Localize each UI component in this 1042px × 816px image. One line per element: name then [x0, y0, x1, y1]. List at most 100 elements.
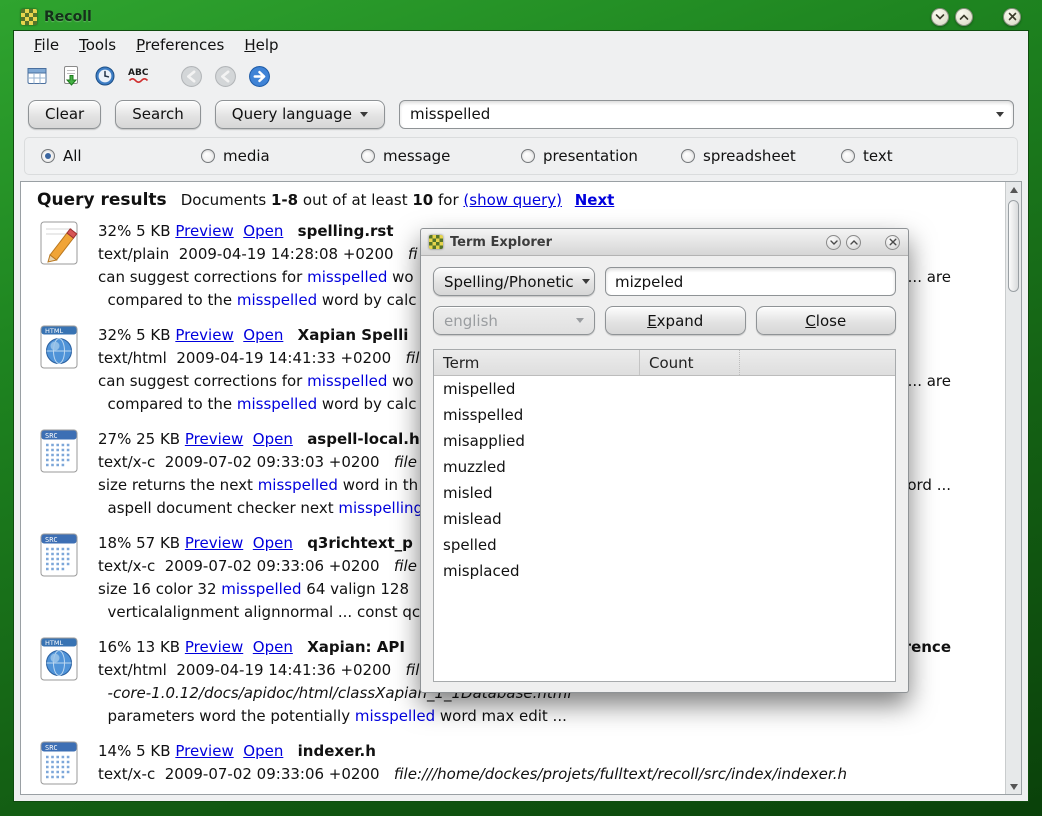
- term-column-header[interactable]: Term: [434, 350, 640, 375]
- text-segment: file:///home/dockes/projets/fulltext/rec…: [394, 765, 847, 783]
- highlighted-term: misspelled: [221, 580, 301, 598]
- preview-link[interactable]: Preview: [175, 742, 233, 760]
- result-title: Xapian: API: [307, 638, 405, 656]
- expand-button[interactable]: Expand: [605, 306, 746, 335]
- text-segment: wo: [387, 372, 413, 390]
- text-segment: wo: [387, 268, 413, 286]
- toolbar: ABC: [14, 59, 1028, 93]
- term-input[interactable]: [605, 267, 896, 296]
- scrollbar-thumb[interactable]: [1008, 200, 1019, 292]
- text-segment: [293, 638, 307, 656]
- term-row[interactable]: spelled: [434, 532, 895, 558]
- documents-total: 10: [412, 191, 433, 209]
- chevron-down-icon: [576, 318, 584, 323]
- result-text-line: parameters word the potentially misspell…: [98, 705, 951, 728]
- count-column-header[interactable]: Count: [640, 350, 740, 375]
- text-segment: parameters word the potentially: [98, 707, 355, 725]
- text-segment: [293, 534, 307, 552]
- preview-link[interactable]: Preview: [185, 638, 243, 656]
- search-button[interactable]: Search: [115, 100, 201, 129]
- text-segment: aspell document checker next: [98, 499, 338, 517]
- filter-label: media: [223, 147, 270, 165]
- close-button-dialog[interactable]: Close: [756, 306, 897, 335]
- show-query-link[interactable]: (show query): [463, 191, 562, 209]
- preview-link[interactable]: Preview: [175, 326, 233, 344]
- text-segment: [243, 430, 253, 448]
- window-titlebar[interactable]: Recoll: [13, 3, 1029, 30]
- language-dropdown: english: [433, 306, 595, 335]
- highlighted-term: misspelled: [307, 268, 387, 286]
- highlighted-term: misspelled: [258, 476, 338, 494]
- clear-search-icon[interactable]: [24, 63, 50, 89]
- clear-button[interactable]: Clear: [28, 100, 101, 129]
- term-row[interactable]: misled: [434, 480, 895, 506]
- filter-spreadsheet[interactable]: spreadsheet: [681, 147, 841, 165]
- source-document-icon: SRC: [37, 532, 81, 578]
- preview-link[interactable]: Preview: [175, 222, 233, 240]
- spellcheck-abc-icon[interactable]: ABC: [126, 63, 152, 89]
- term-cell: spelled: [434, 536, 640, 554]
- term-cell: muzzled: [434, 458, 640, 476]
- open-link[interactable]: Open: [243, 326, 283, 344]
- term-row[interactable]: misplaced: [434, 558, 895, 584]
- filter-media[interactable]: media: [201, 147, 361, 165]
- menu-file[interactable]: File: [24, 33, 69, 57]
- text-segment: size returns the next: [98, 476, 258, 494]
- combo-dropdown-arrow-icon[interactable]: [987, 112, 1013, 117]
- text-segment: word by calc: [317, 291, 416, 309]
- open-link[interactable]: Open: [253, 638, 293, 656]
- save-document-icon[interactable]: [58, 63, 84, 89]
- term-row[interactable]: misapplied: [434, 428, 895, 454]
- term-row[interactable]: misspelled: [434, 402, 895, 428]
- filter-text[interactable]: text: [841, 147, 1001, 165]
- filter-all[interactable]: All: [41, 147, 201, 165]
- term-explorer-titlebar[interactable]: Term Explorer: [421, 229, 908, 256]
- open-link[interactable]: Open: [243, 222, 283, 240]
- scroll-down-arrow-icon[interactable]: [1006, 779, 1021, 794]
- query-language-dropdown[interactable]: Query language: [215, 100, 385, 129]
- query-input[interactable]: [400, 105, 987, 123]
- open-link[interactable]: Open: [243, 742, 283, 760]
- menu-preferences[interactable]: Preferences: [126, 33, 234, 57]
- text-segment: text/plain 2009-04-19 14:28:08 +0200: [98, 245, 408, 263]
- open-link[interactable]: Open: [253, 534, 293, 552]
- next-page-link[interactable]: Next: [575, 191, 615, 209]
- dialog-shade-button[interactable]: [826, 235, 841, 250]
- term-explorer-dialog: Term Explorer Spelling/Phonetic: [420, 228, 909, 693]
- close-button[interactable]: [1003, 8, 1021, 26]
- query-combobox[interactable]: [399, 100, 1014, 129]
- result-text-line: 14% 5 KB Preview Open indexer.h: [98, 740, 951, 763]
- open-link[interactable]: Open: [253, 430, 293, 448]
- scroll-up-arrow-icon[interactable]: [1006, 182, 1021, 197]
- highlighted-term: misspelling: [338, 499, 423, 517]
- filter-message[interactable]: message: [361, 147, 521, 165]
- term-row[interactable]: muzzled: [434, 454, 895, 480]
- chevron-down-icon: [582, 279, 590, 284]
- highlighted-term: misspelled: [355, 707, 435, 725]
- dialog-maximize-button[interactable]: [846, 235, 861, 250]
- text-segment: 64 valign 128: [302, 580, 409, 598]
- text-segment: text/html 2009-04-19 14:41:36 +0200: [98, 661, 406, 679]
- dialog-close-button[interactable]: [885, 235, 900, 250]
- text-segment: 18% 57 KB: [98, 534, 185, 552]
- text-segment: file: [394, 557, 417, 575]
- preview-link[interactable]: Preview: [185, 430, 243, 448]
- text-segment: [243, 638, 253, 656]
- history-clock-icon[interactable]: [92, 63, 118, 89]
- shade-button[interactable]: [931, 8, 949, 26]
- expansion-mode-dropdown[interactable]: Spelling/Phonetic: [433, 267, 595, 296]
- go-next-page-icon[interactable]: [246, 63, 272, 89]
- preview-link[interactable]: Preview: [185, 534, 243, 552]
- menu-tools[interactable]: Tools: [69, 33, 126, 57]
- filter-presentation[interactable]: presentation: [521, 147, 681, 165]
- maximize-button[interactable]: [955, 8, 973, 26]
- term-row[interactable]: mispelled: [434, 376, 895, 402]
- menu-help[interactable]: Help: [234, 33, 288, 57]
- text-segment: size 16 color 32: [98, 580, 221, 598]
- results-scrollbar[interactable]: [1005, 182, 1021, 794]
- text-segment: can suggest corrections for: [98, 372, 307, 390]
- go-previous-page-icon: [212, 63, 238, 89]
- term-row[interactable]: mislead: [434, 506, 895, 532]
- radio-icon: [41, 149, 55, 163]
- term-table-header[interactable]: Term Count: [434, 350, 895, 376]
